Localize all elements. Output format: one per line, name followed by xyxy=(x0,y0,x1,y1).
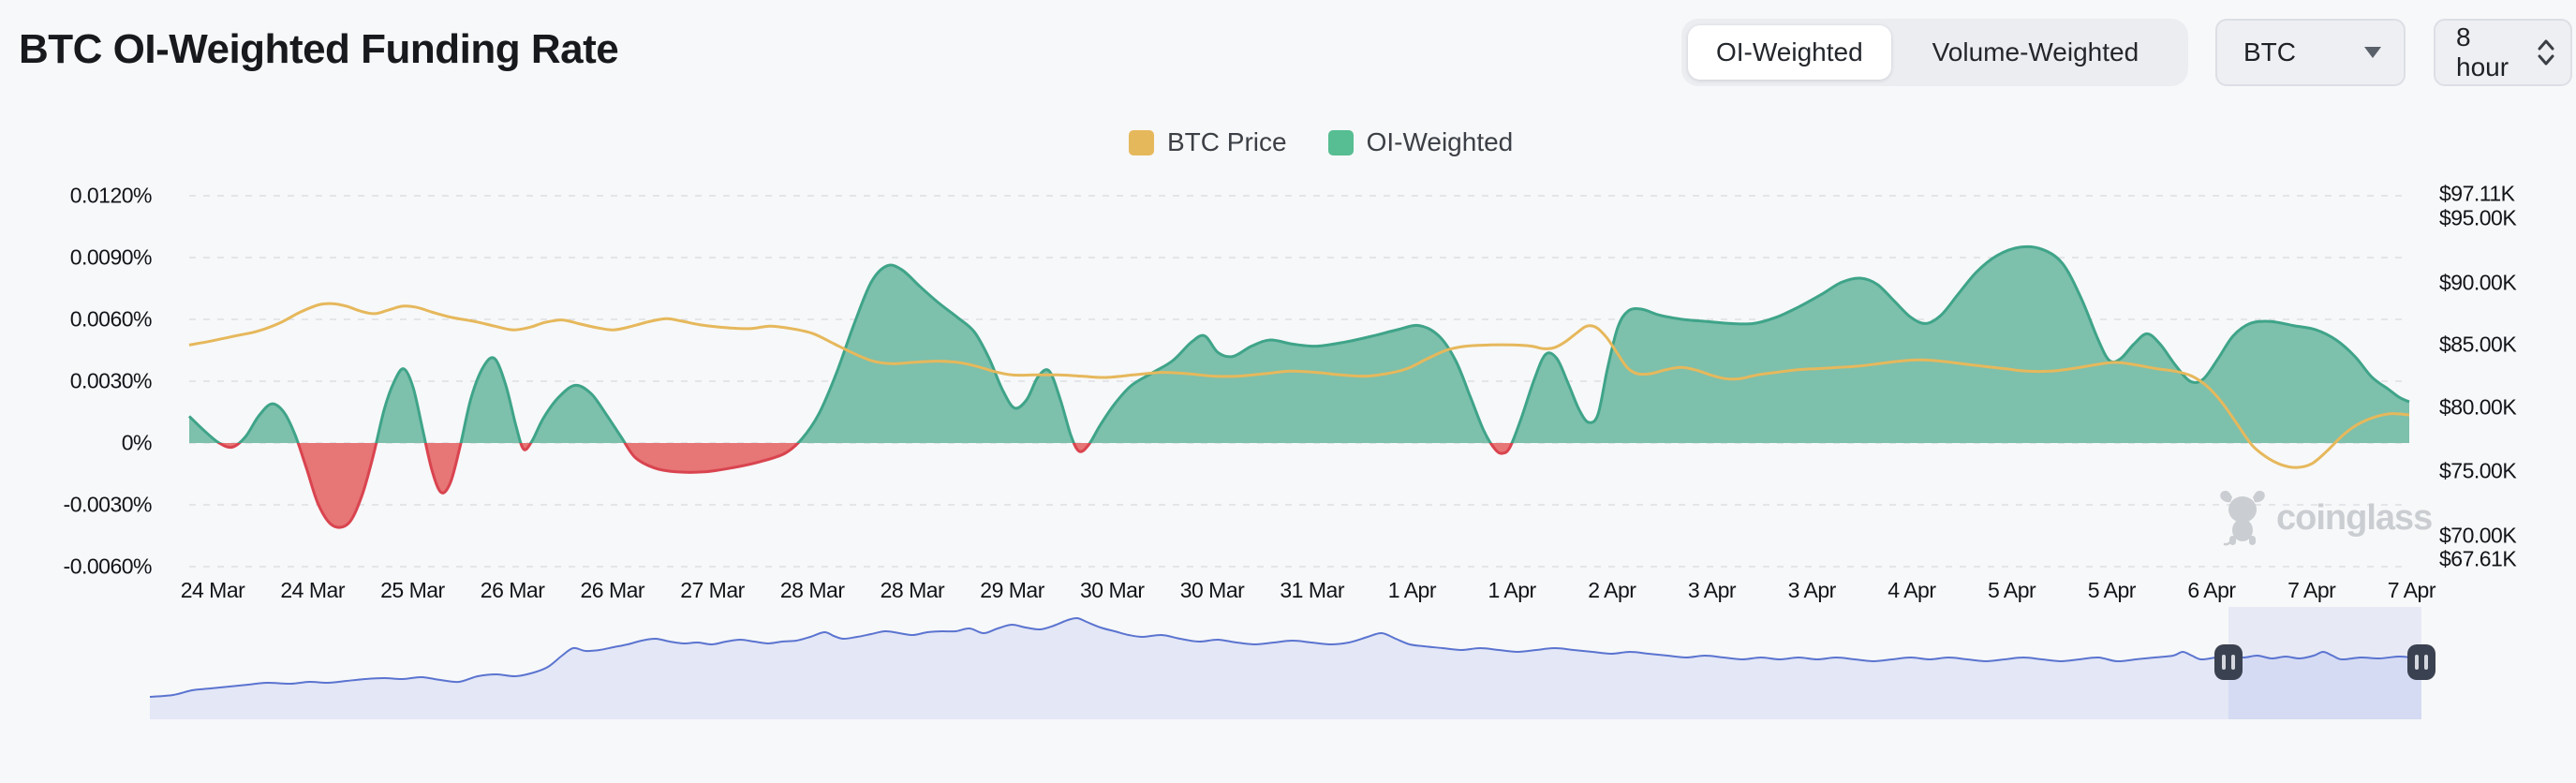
y-axis-left-tick: 0% xyxy=(121,430,153,455)
watermark-text: coinglass xyxy=(2276,497,2433,538)
x-axis-tick: 5 Apr xyxy=(2087,578,2137,602)
x-axis-tick: 24 Mar xyxy=(280,578,345,602)
navigator-handle-right[interactable] xyxy=(2407,644,2435,680)
x-axis-tick: 28 Mar xyxy=(779,578,845,602)
y-axis-right-tick: $90.00K xyxy=(2439,270,2517,295)
x-axis-tick: 1 Apr xyxy=(1387,578,1437,602)
x-axis-tick: 30 Mar xyxy=(1080,578,1145,602)
x-axis-tick: 4 Apr xyxy=(1888,578,1936,602)
x-axis-tick: 28 Mar xyxy=(880,578,945,602)
y-axis-right-tick: $95.00K xyxy=(2439,205,2517,230)
coinglass-bull-icon xyxy=(2220,491,2265,546)
funding-rate-page: BTC OI-Weighted Funding Rate OI-Weighted… xyxy=(0,0,2576,783)
x-axis-tick: 1 Apr xyxy=(1488,578,1536,602)
x-axis-tick: 30 Mar xyxy=(1179,578,1245,602)
y-axis-left-tick: -0.0030% xyxy=(63,492,153,517)
y-axis-right-tick: $67.61K xyxy=(2439,546,2517,571)
y-axis-left-tick: 0.0090% xyxy=(69,244,153,270)
x-axis-tick: 3 Apr xyxy=(1687,578,1737,602)
y-axis-right-tick: $75.00K xyxy=(2439,458,2517,483)
funding-rate-area xyxy=(187,244,2410,529)
x-axis-tick: 3 Apr xyxy=(1787,578,1837,602)
x-axis-tick: 27 Mar xyxy=(680,578,745,602)
x-axis-tick: 6 Apr xyxy=(2187,578,2236,602)
coinglass-watermark: coinglass xyxy=(2218,489,2433,547)
navigator-handle-left[interactable] xyxy=(2214,644,2243,680)
navigator-selection[interactable] xyxy=(2228,607,2421,719)
x-axis-tick: 24 Mar xyxy=(180,578,245,602)
navigator[interactable] xyxy=(149,607,2435,719)
y-axis-right-tick: $97.11K xyxy=(2439,181,2515,206)
x-axis-tick: 2 Apr xyxy=(1588,578,1636,602)
x-axis-tick: 5 Apr xyxy=(1987,578,2036,602)
x-axis-tick: 7 Apr xyxy=(2287,578,2336,602)
x-axis-tick: 7 Apr xyxy=(2387,578,2436,602)
y-axis-left-tick: 0.0120% xyxy=(69,183,153,208)
y-axis-right-tick: $80.00K xyxy=(2439,394,2517,420)
x-axis-tick: 26 Mar xyxy=(580,578,645,602)
y-axis-right-tick: $70.00K xyxy=(2439,523,2517,548)
y-axis-left-tick: 0.0060% xyxy=(69,306,153,332)
x-axis-tick: 31 Mar xyxy=(1280,578,1344,602)
x-axis-tick: 26 Mar xyxy=(480,578,545,602)
funding-rate-chart xyxy=(149,195,2435,719)
y-axis-left-tick: -0.0060% xyxy=(63,554,153,579)
x-axis-tick: 29 Mar xyxy=(980,578,1044,602)
x-axis-tick: 25 Mar xyxy=(380,578,445,602)
y-axis-right-tick: $85.00K xyxy=(2439,332,2517,357)
y-axis-left-tick: 0.0030% xyxy=(69,368,153,393)
